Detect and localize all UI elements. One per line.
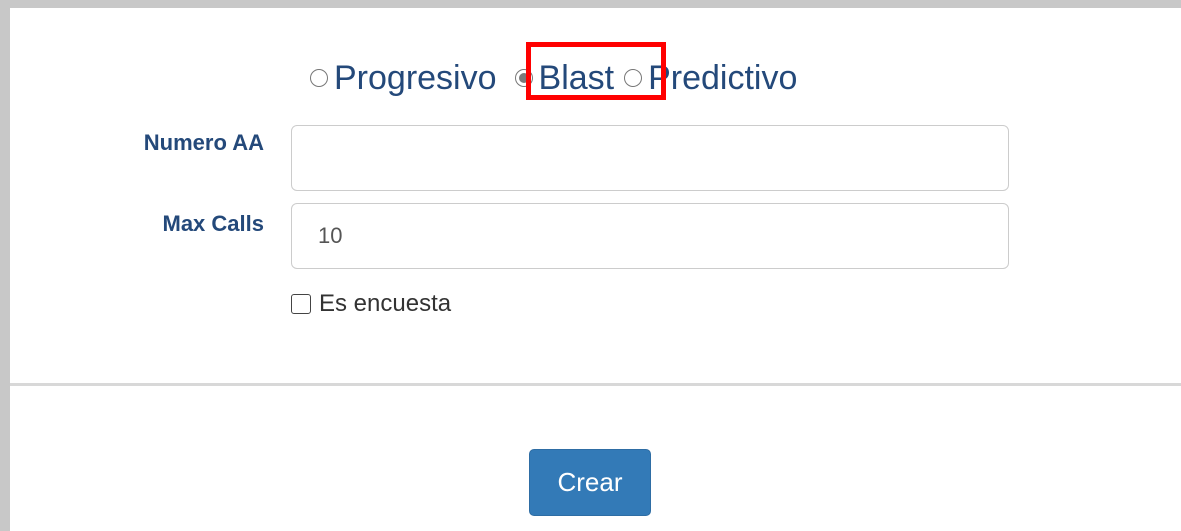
max-calls-label: Max Calls: [162, 211, 265, 236]
create-button[interactable]: Crear: [529, 449, 651, 516]
form-panel: Progresivo Blast Predictivo Numero AA Ma…: [0, 0, 1181, 531]
radio-option-blast[interactable]: Blast: [514, 56, 615, 100]
panel-border-left: [0, 0, 10, 531]
es-encuesta-checkbox[interactable]: [291, 294, 311, 314]
radio-option-progresivo[interactable]: Progresivo: [310, 56, 497, 100]
es-encuesta-label: Es encuesta: [319, 290, 452, 317]
radio-button-progresivo[interactable]: [310, 69, 328, 87]
es-encuesta-option[interactable]: Es encuesta: [291, 288, 451, 320]
radio-button-predictivo[interactable]: [624, 69, 643, 87]
footer-divider: [10, 383, 1181, 386]
radio-option-predictivo[interactable]: Predictivo: [624, 56, 797, 100]
max-calls-input[interactable]: [291, 203, 1009, 269]
radio-label-progresivo: Progresivo: [334, 59, 497, 97]
numero-aa-label: Numero AA: [143, 130, 264, 155]
radio-label-blast: Blast: [538, 59, 615, 97]
radio-selected-dot: [518, 73, 529, 83]
radio-button-blast[interactable]: [514, 69, 533, 87]
dial-mode-radio-group: Progresivo Blast Predictivo: [310, 56, 797, 100]
numero-aa-input[interactable]: [291, 125, 1009, 191]
panel-border-top: [0, 0, 1181, 8]
radio-label-predictivo: Predictivo: [648, 59, 798, 97]
